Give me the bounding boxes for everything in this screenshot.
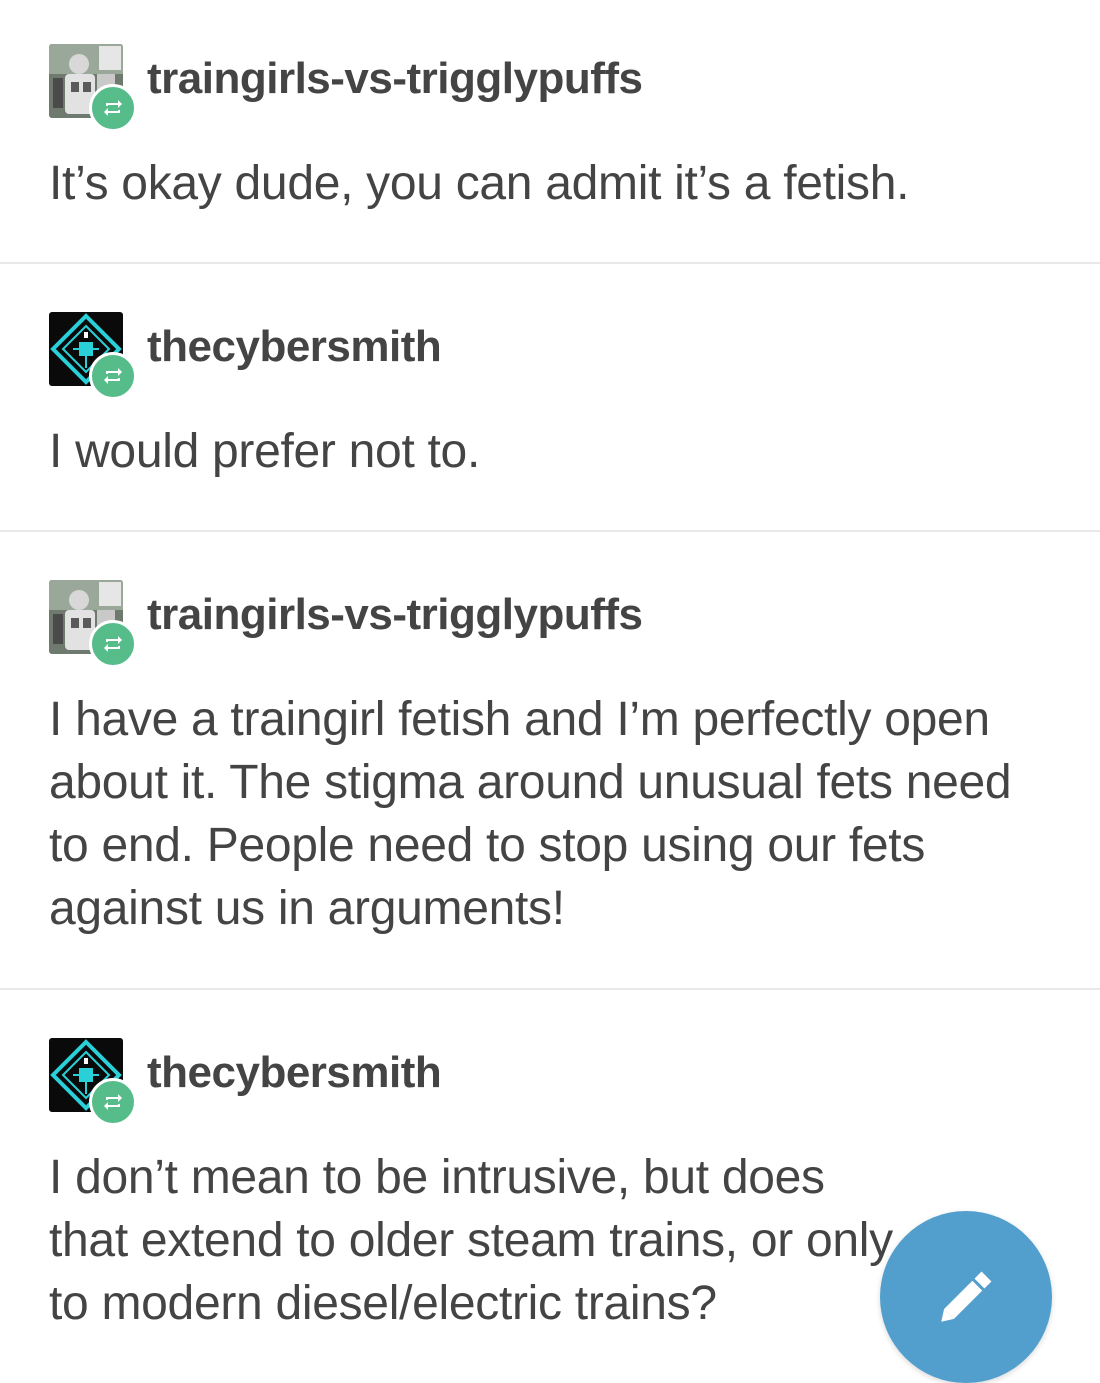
reblog-badge: [89, 620, 137, 668]
post-text: I have a traingirl fetish and I’m perfec…: [49, 693, 1012, 935]
reblog-icon: [104, 368, 122, 384]
post-text: I don’t mean to be intrusive, but does t…: [49, 1151, 893, 1330]
reblog-icon: [104, 1094, 122, 1110]
reblog-icon: [104, 636, 122, 652]
post-username[interactable]: thecybersmith: [147, 325, 442, 369]
post-2-avatar-wrap[interactable]: [49, 312, 137, 400]
post-text: I would prefer not to.: [49, 425, 480, 478]
reblog-badge: [89, 84, 137, 132]
post-1: traingirls-vs-trigglypuffs It’s okay dud…: [0, 0, 1100, 263]
post-username[interactable]: traingirls-vs-trigglypuffs: [147, 57, 643, 101]
post-3: traingirls-vs-trigglypuffs I have a trai…: [0, 532, 1100, 988]
reblog-badge: [89, 1078, 137, 1126]
reblog-icon: [104, 100, 122, 116]
compose-button[interactable]: [880, 1211, 1052, 1383]
post-1-avatar-wrap[interactable]: [49, 44, 137, 132]
post-3-avatar-wrap[interactable]: [49, 580, 137, 668]
post-username[interactable]: traingirls-vs-trigglypuffs: [147, 593, 643, 637]
post-text: It’s okay dude, you can admit it’s a fet…: [49, 157, 910, 210]
reblog-badge: [89, 352, 137, 400]
post-4-avatar-wrap[interactable]: [49, 1038, 137, 1126]
post-2: thecybersmith I would prefer not to.: [0, 264, 1100, 530]
post-username[interactable]: thecybersmith: [147, 1051, 442, 1095]
pencil-icon: [941, 1271, 992, 1322]
